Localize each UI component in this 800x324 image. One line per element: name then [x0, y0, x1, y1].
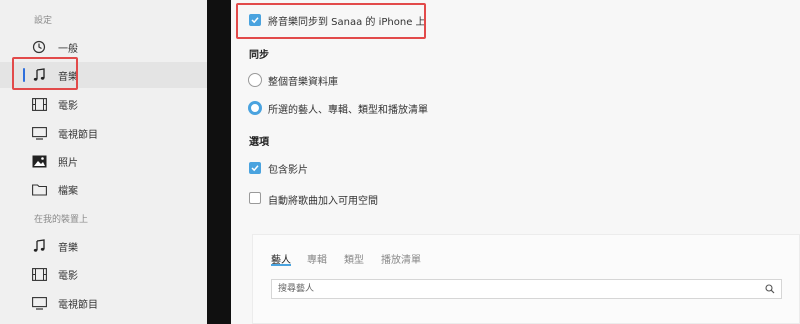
- tab-albums[interactable]: 專輯: [307, 251, 327, 266]
- sidebar-item-device-tv-shows[interactable]: 電視節目: [0, 290, 207, 316]
- sidebar-item-movies[interactable]: 電影: [0, 91, 207, 117]
- active-tab-indicator: [271, 264, 291, 266]
- annotation-highlight-music: [12, 57, 78, 90]
- sidebar-item-device-movies[interactable]: 電影: [0, 261, 207, 287]
- options-heading: 選項: [249, 137, 269, 148]
- tv-icon: [31, 295, 47, 311]
- auto-fill-checkbox[interactable]: [249, 192, 261, 204]
- search-input[interactable]: [278, 282, 758, 296]
- include-videos-label: 包含影片: [268, 165, 308, 176]
- sidebar-item-label: 電視節目: [58, 129, 98, 141]
- sidebar-item-label: 檔案: [58, 185, 78, 197]
- folder-icon: [31, 181, 47, 197]
- include-videos-checkbox[interactable]: [249, 162, 261, 174]
- radio-entire-library[interactable]: [248, 73, 262, 87]
- tab-genres[interactable]: 類型: [344, 251, 364, 266]
- radio-selected-items[interactable]: [248, 101, 262, 115]
- sidebar-item-label: 電視節目: [58, 299, 98, 311]
- sidebar-item-device-music[interactable]: 音樂: [0, 233, 207, 259]
- radio-entire-library-label: 整個音樂資料庫: [268, 77, 338, 88]
- auto-fill-label: 自動將歌曲加入可用空間: [268, 196, 378, 207]
- sidebar-item-label: 一般: [58, 43, 78, 55]
- sidebar-item-files[interactable]: 檔案: [0, 176, 207, 202]
- gear-icon: [31, 39, 47, 55]
- search-icon[interactable]: [765, 284, 775, 294]
- sidebar-item-label: 照片: [58, 157, 78, 169]
- film-icon: [31, 96, 47, 112]
- music-note-icon: [31, 238, 47, 254]
- section-label-on-device: 在我的裝置上: [34, 215, 89, 225]
- sidebar-item-photos[interactable]: 照片: [0, 148, 207, 174]
- search-box: [271, 279, 782, 299]
- section-label-settings: 設定: [34, 16, 53, 26]
- checkmark-icon: [251, 165, 259, 172]
- sidebar-item-label: 電影: [58, 100, 78, 112]
- sidebar-item-label: 音樂: [58, 242, 78, 254]
- film-icon: [31, 266, 47, 282]
- tab-playlists[interactable]: 播放清單: [381, 251, 421, 266]
- window-divider: [207, 0, 231, 324]
- sidebar: 設定 一般 音樂 電影 電視節目 照片 檔案 在我的裝置上 音樂 電影 電視節目: [0, 0, 208, 324]
- sidebar-item-tv-shows[interactable]: 電視節目: [0, 120, 207, 146]
- sync-heading: 同步: [249, 50, 269, 61]
- annotation-highlight-sync: [236, 3, 426, 39]
- radio-selected-items-label: 所選的藝人、專輯、類型和播放清單: [268, 105, 428, 116]
- tv-icon: [31, 125, 47, 141]
- sidebar-item-label: 電影: [58, 270, 78, 282]
- photo-icon: [31, 153, 47, 169]
